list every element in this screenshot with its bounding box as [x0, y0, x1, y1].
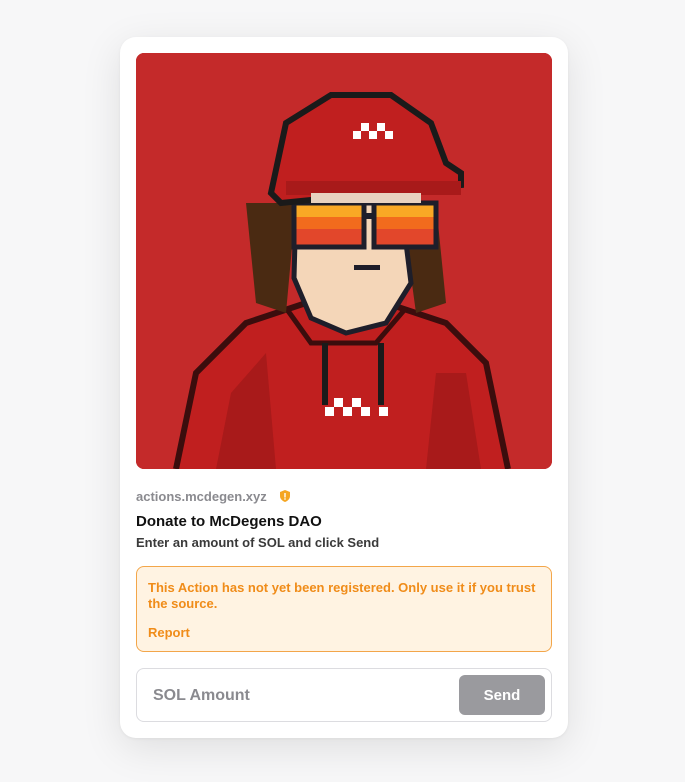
- sol-amount-input[interactable]: [151, 679, 455, 713]
- action-domain: actions.mcdegen.xyz: [136, 488, 267, 504]
- action-title: Donate to McDegens DAO: [136, 513, 322, 530]
- send-button[interactable]: Send: [459, 675, 545, 715]
- action-image: [136, 53, 552, 469]
- domain-row: actions.mcdegen.xyz: [136, 487, 293, 505]
- amount-form: Send: [136, 668, 552, 722]
- action-description: Enter an amount of SOL and click Send: [136, 535, 380, 550]
- unregistered-warning: This Action has not yet been registered.…: [136, 566, 552, 652]
- report-link[interactable]: Report: [148, 625, 190, 640]
- action-card: actions.mcdegen.xyz Donate to McDegens D…: [120, 37, 568, 738]
- shield-warning-icon[interactable]: [277, 488, 293, 504]
- warning-message: This Action has not yet been registered.…: [148, 580, 536, 611]
- pixel-avatar-icon: [136, 53, 552, 469]
